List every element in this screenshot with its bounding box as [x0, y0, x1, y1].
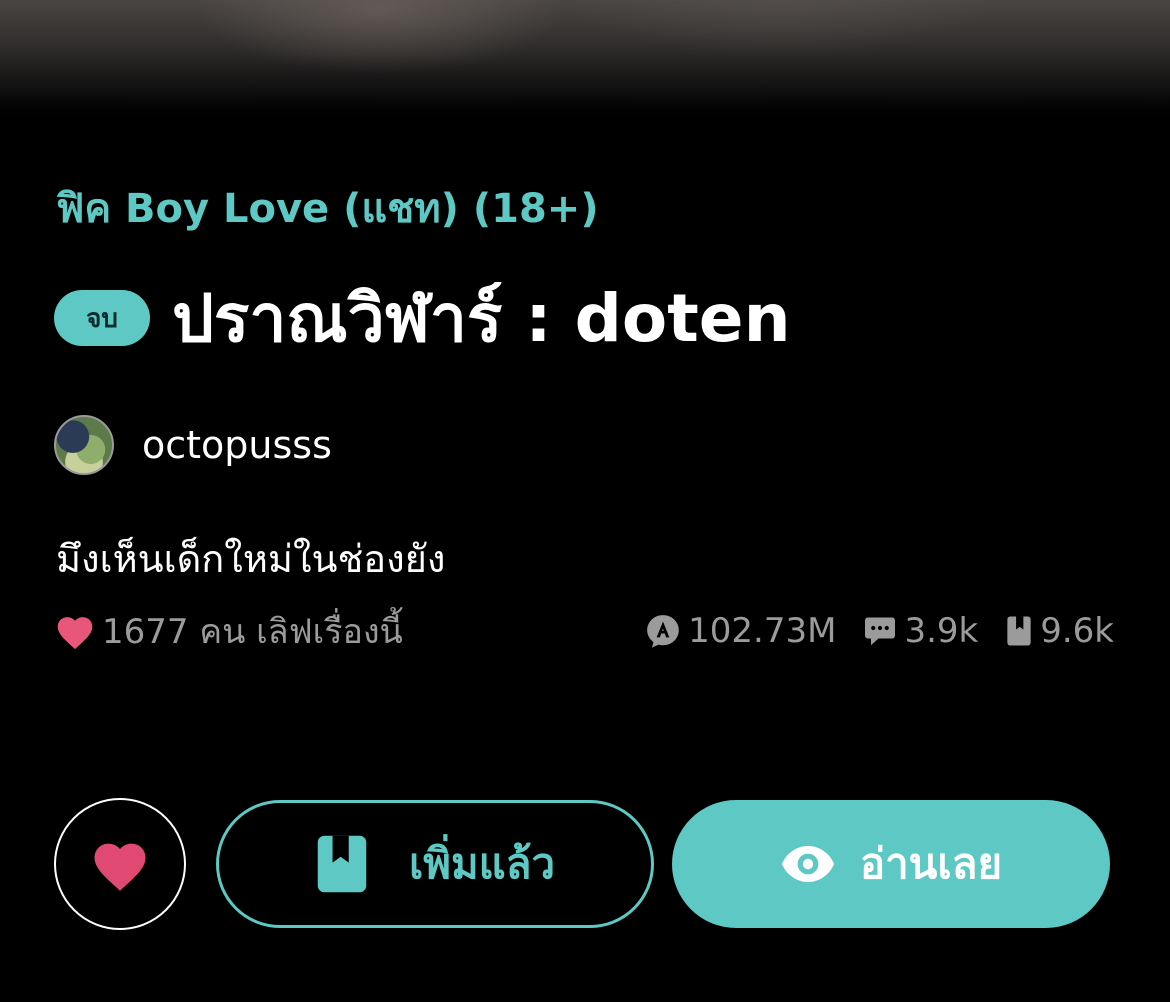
eye-icon	[781, 846, 834, 882]
right-stats: 102.73M 3.9k 9.6k	[644, 611, 1114, 651]
like-button[interactable]	[54, 798, 186, 930]
reader-badge-icon	[647, 615, 679, 648]
views-count: 102.73M	[688, 611, 837, 651]
author-name[interactable]: octopusss	[142, 423, 332, 467]
likes-stat: 1677 คน เลิฟเรื่องนี้	[54, 604, 403, 658]
read-label: อ่านเลย	[859, 839, 1003, 888]
views-stat: 102.73M	[644, 611, 836, 651]
story-category[interactable]: ฟิค Boy Love (แชท) (18+)	[56, 176, 599, 240]
bookmark-icon	[1007, 616, 1031, 646]
story-title: ปราณวิฬาร์ : doten	[172, 279, 791, 357]
heart-icon	[94, 843, 146, 891]
bookmarks-count: 9.6k	[1040, 611, 1114, 651]
cover-image-fade	[0, 0, 1170, 115]
story-tagline: มึงเห็นเด็กใหม่ในช่องยัง	[56, 537, 446, 581]
added-label: เพิ่มแล้ว	[408, 839, 556, 888]
read-now-button[interactable]: อ่านเลย	[672, 800, 1110, 928]
heart-icon	[57, 617, 93, 650]
author-row[interactable]: octopusss	[54, 414, 332, 476]
likes-text: 1677 คน เลิฟเรื่องนี้	[102, 612, 403, 652]
comments-count: 3.9k	[904, 611, 979, 651]
bookmark-icon	[317, 835, 367, 893]
chat-bubble-icon	[865, 617, 896, 646]
stats-row: 1677 คน เลิฟเรื่องนี้ 102.73M 3.9k 9.6k	[54, 604, 1114, 658]
bookmarks-stat: 9.6k	[1004, 611, 1114, 651]
author-avatar[interactable]	[54, 415, 114, 475]
added-to-library-button[interactable]: เพิ่มแล้ว	[216, 800, 654, 928]
comments-stat: 3.9k	[862, 611, 978, 651]
status-badge: จบ	[54, 290, 150, 346]
title-row: จบ ปราณวิฬาร์ : doten	[54, 280, 791, 357]
